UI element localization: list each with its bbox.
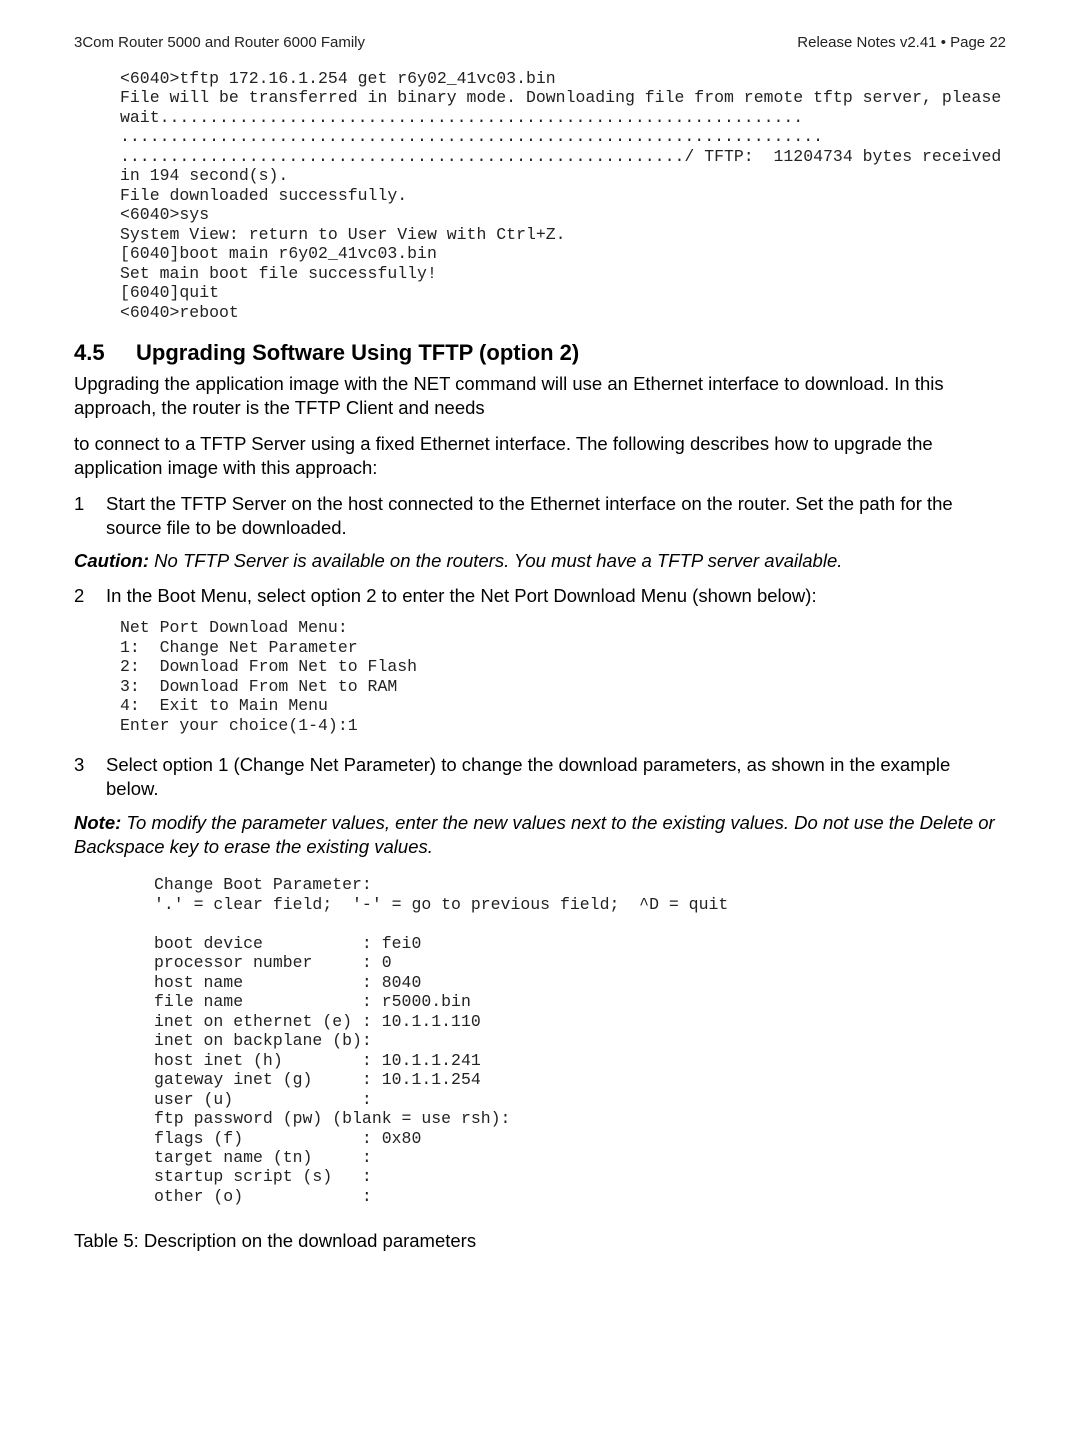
header-left: 3Com Router 5000 and Router 6000 Family xyxy=(74,34,365,51)
note-block: Note: To modify the parameter values, en… xyxy=(74,811,1006,859)
step-text: Select option 1 (Change Net Parameter) t… xyxy=(106,753,1006,801)
step-number: 1 xyxy=(74,492,106,540)
step-number: 3 xyxy=(74,753,106,801)
caution-label: Caution: xyxy=(74,550,149,571)
paragraph-intro-1: Upgrading the application image with the… xyxy=(74,372,1006,420)
code-tftp-session: <6040>tftp 172.16.1.254 get r6y02_41vc03… xyxy=(120,69,1006,322)
page: 3Com Router 5000 and Router 6000 Family … xyxy=(0,0,1080,1286)
page-header: 3Com Router 5000 and Router 6000 Family … xyxy=(74,34,1006,51)
section-heading: 4.5 Upgrading Software Using TFTP (optio… xyxy=(74,340,1006,366)
note-body: To modify the parameter values, enter th… xyxy=(74,812,995,857)
caution-block: Caution: No TFTP Server is available on … xyxy=(74,550,1006,572)
step-3: 3 Select option 1 (Change Net Parameter)… xyxy=(74,753,1006,801)
step-2: 2 In the Boot Menu, select option 2 to e… xyxy=(74,584,1006,608)
caution-body: No TFTP Server is available on the route… xyxy=(149,550,842,571)
header-right: Release Notes v2.41 • Page 22 xyxy=(797,34,1006,51)
step-1: 1 Start the TFTP Server on the host conn… xyxy=(74,492,1006,540)
section-title: Upgrading Software Using TFTP (option 2) xyxy=(136,340,579,366)
step-text: In the Boot Menu, select option 2 to ent… xyxy=(106,584,817,608)
step-text: Start the TFTP Server on the host connec… xyxy=(106,492,1006,540)
table-caption: Table 5: Description on the download par… xyxy=(74,1230,1006,1252)
note-label: Note: xyxy=(74,812,121,833)
code-net-port-menu: Net Port Download Menu: 1: Change Net Pa… xyxy=(120,618,1006,735)
section-number: 4.5 xyxy=(74,340,136,366)
paragraph-intro-2: to connect to a TFTP Server using a fixe… xyxy=(74,432,1006,480)
step-number: 2 xyxy=(74,584,106,608)
code-boot-parameters: Change Boot Parameter: '.' = clear field… xyxy=(154,875,1006,1206)
